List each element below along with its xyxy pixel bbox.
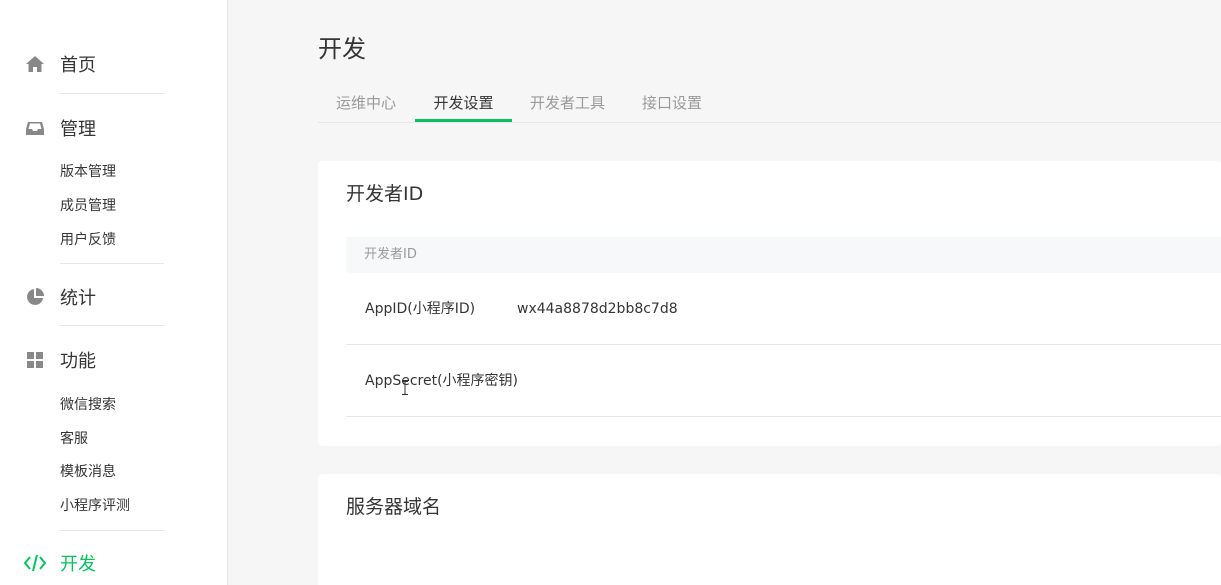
nav-manage-label: 管理 (60, 119, 96, 140)
divider (60, 325, 164, 326)
tab-dev-settings[interactable]: 开发设置 (415, 84, 512, 122)
appsecret-label: AppSecret(小程序密钥) (365, 373, 519, 389)
tab-api-settings[interactable]: 接口设置 (642, 84, 702, 122)
nav-customer-service[interactable]: 客服 (60, 430, 88, 448)
nav-develop[interactable]: 开发 (24, 551, 96, 575)
nav-statistics-label: 统计 (60, 288, 96, 309)
nav-home-label: 首页 (60, 55, 96, 76)
developer-id-title: 开发者ID (346, 183, 424, 205)
nav-member-manage[interactable]: 成员管理 (60, 197, 116, 215)
tab-ops-center[interactable]: 运维中心 (336, 84, 396, 122)
page-title: 开发 (318, 35, 366, 63)
nav-features[interactable]: 功能 (24, 348, 96, 372)
table-header: 开发者ID (346, 237, 1221, 273)
server-domain-card: 服务器域名 (318, 474, 1221, 585)
appid-label: AppID(小程序ID) (365, 301, 476, 317)
divider (60, 93, 164, 94)
code-icon (24, 552, 46, 574)
appid-value[interactable]: wx44a8878d2bb8c7d8 (517, 273, 678, 345)
nav-manage[interactable]: 管理 (24, 116, 96, 140)
developer-id-card: 开发者ID 开发者ID AppID(小程序ID) wx44a8878d2bb8c… (318, 161, 1221, 446)
text-cursor-icon (402, 380, 408, 395)
server-domain-title: 服务器域名 (346, 496, 442, 518)
tab-bar: 运维中心 开发设置 开发者工具 接口设置 (318, 84, 1221, 123)
nav-version-manage[interactable]: 版本管理 (60, 163, 116, 181)
grid-icon (24, 349, 46, 371)
nav-wechat-search[interactable]: 微信搜索 (60, 396, 116, 414)
nav-template-message[interactable]: 模板消息 (60, 463, 116, 481)
pie-chart-icon (24, 286, 46, 308)
table-header-label: 开发者ID (364, 247, 417, 262)
nav-home[interactable]: 首页 (24, 52, 96, 76)
nav-miniprogram-review[interactable]: 小程序评测 (60, 497, 130, 515)
sidebar: 首页 管理 版本管理 成员管理 用户反馈 统计 功能 微信搜索 客服 模板消息 … (0, 0, 228, 585)
table-row: AppID(小程序ID) wx44a8878d2bb8c7d8 (346, 273, 1221, 345)
inbox-icon (24, 117, 46, 139)
tab-dev-tools[interactable]: 开发者工具 (530, 84, 605, 122)
nav-statistics[interactable]: 统计 (24, 285, 96, 309)
divider (60, 530, 164, 531)
nav-develop-label: 开发 (60, 554, 96, 575)
home-icon (24, 53, 46, 75)
divider (60, 263, 164, 264)
nav-user-feedback[interactable]: 用户反馈 (60, 231, 116, 249)
main-content: 开发 运维中心 开发设置 开发者工具 接口设置 开发者ID 开发者ID AppI… (229, 0, 1221, 585)
table-row: AppSecret(小程序密钥) (346, 345, 1221, 417)
nav-features-label: 功能 (60, 351, 96, 372)
